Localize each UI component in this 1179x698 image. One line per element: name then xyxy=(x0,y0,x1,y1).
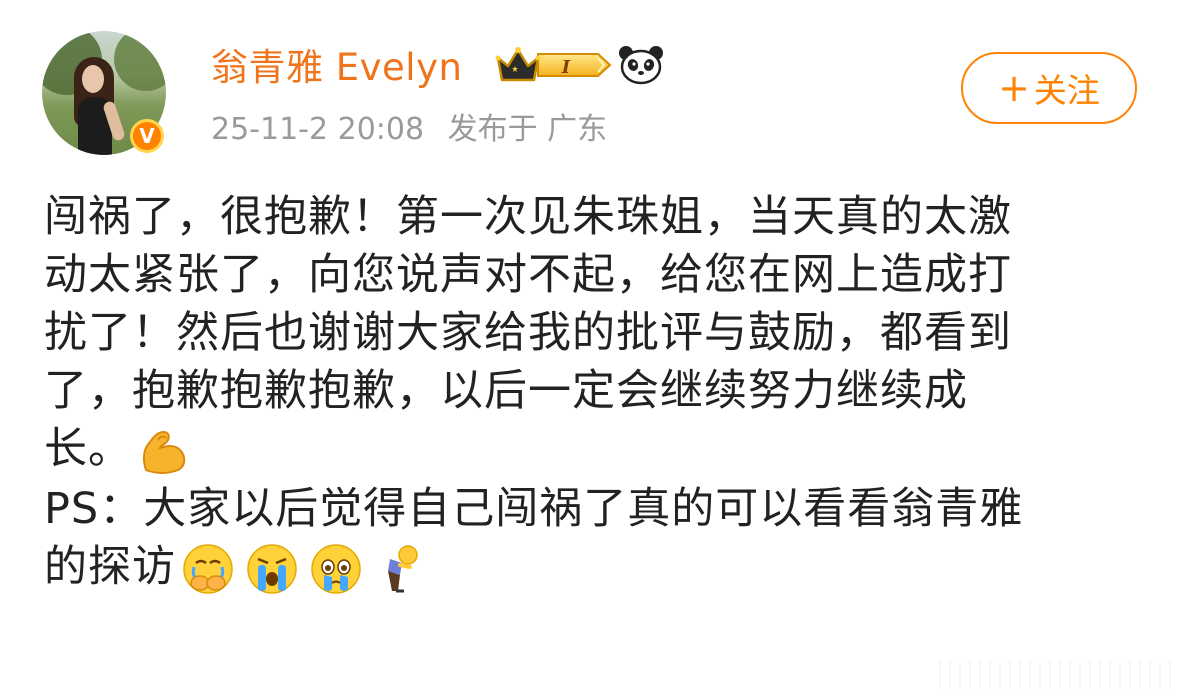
verified-icon: V xyxy=(130,119,164,153)
post-line: 的探访 xyxy=(44,541,176,592)
user-avatar[interactable]: V xyxy=(42,31,166,155)
loudly-crying-icon xyxy=(247,544,297,594)
panda-icon xyxy=(619,46,663,85)
level-badge-label: I xyxy=(561,57,571,78)
post-line: 长。 xyxy=(44,424,132,474)
post-line: 了，抱歉抱歉抱歉，以后一定会继续努力继续成 xyxy=(44,366,968,416)
teary-eyed-icon xyxy=(311,544,361,594)
post-line: PS：大家以后觉得自己闯祸了真的可以看看翁青雅 xyxy=(44,483,1024,534)
follow-button[interactable]: + 关注 xyxy=(961,52,1137,124)
post-line-with-emoji: 长。 xyxy=(44,420,1124,480)
post-location: 发布于 广东 xyxy=(447,112,608,147)
username[interactable]: 翁青雅 Evelyn xyxy=(211,46,462,90)
hands-over-mouth-crying-icon xyxy=(183,544,233,594)
membership-crown-icon[interactable]: I xyxy=(494,44,614,86)
watermark xyxy=(931,660,1171,690)
post-body: 闯祸了，很抱歉！第一次见朱珠姐，当天真的太激 动太紧张了，向您说声对不起，给您在… xyxy=(44,188,1124,597)
post-timestamp: 25-11-2 20:08 xyxy=(211,112,425,147)
post-line: 闯祸了，很抱歉！第一次见朱珠姐，当天真的太激 xyxy=(44,192,1012,242)
follow-label: 关注 xyxy=(1033,71,1100,110)
post-line-with-emoji: 的探访 xyxy=(44,538,1124,598)
flexed-biceps-icon xyxy=(142,430,186,474)
plus-icon: + xyxy=(998,66,1030,110)
post-line: 动太紧张了，向您说声对不起，给您在网上造成打 xyxy=(44,250,1012,300)
post-line: 扰了！然后也谢谢大家给我的批评与鼓励，都看到 xyxy=(44,308,1012,358)
bowing-person-icon xyxy=(388,545,418,593)
post-meta: 25-11-2 20:08 发布于 广东 xyxy=(211,112,621,148)
